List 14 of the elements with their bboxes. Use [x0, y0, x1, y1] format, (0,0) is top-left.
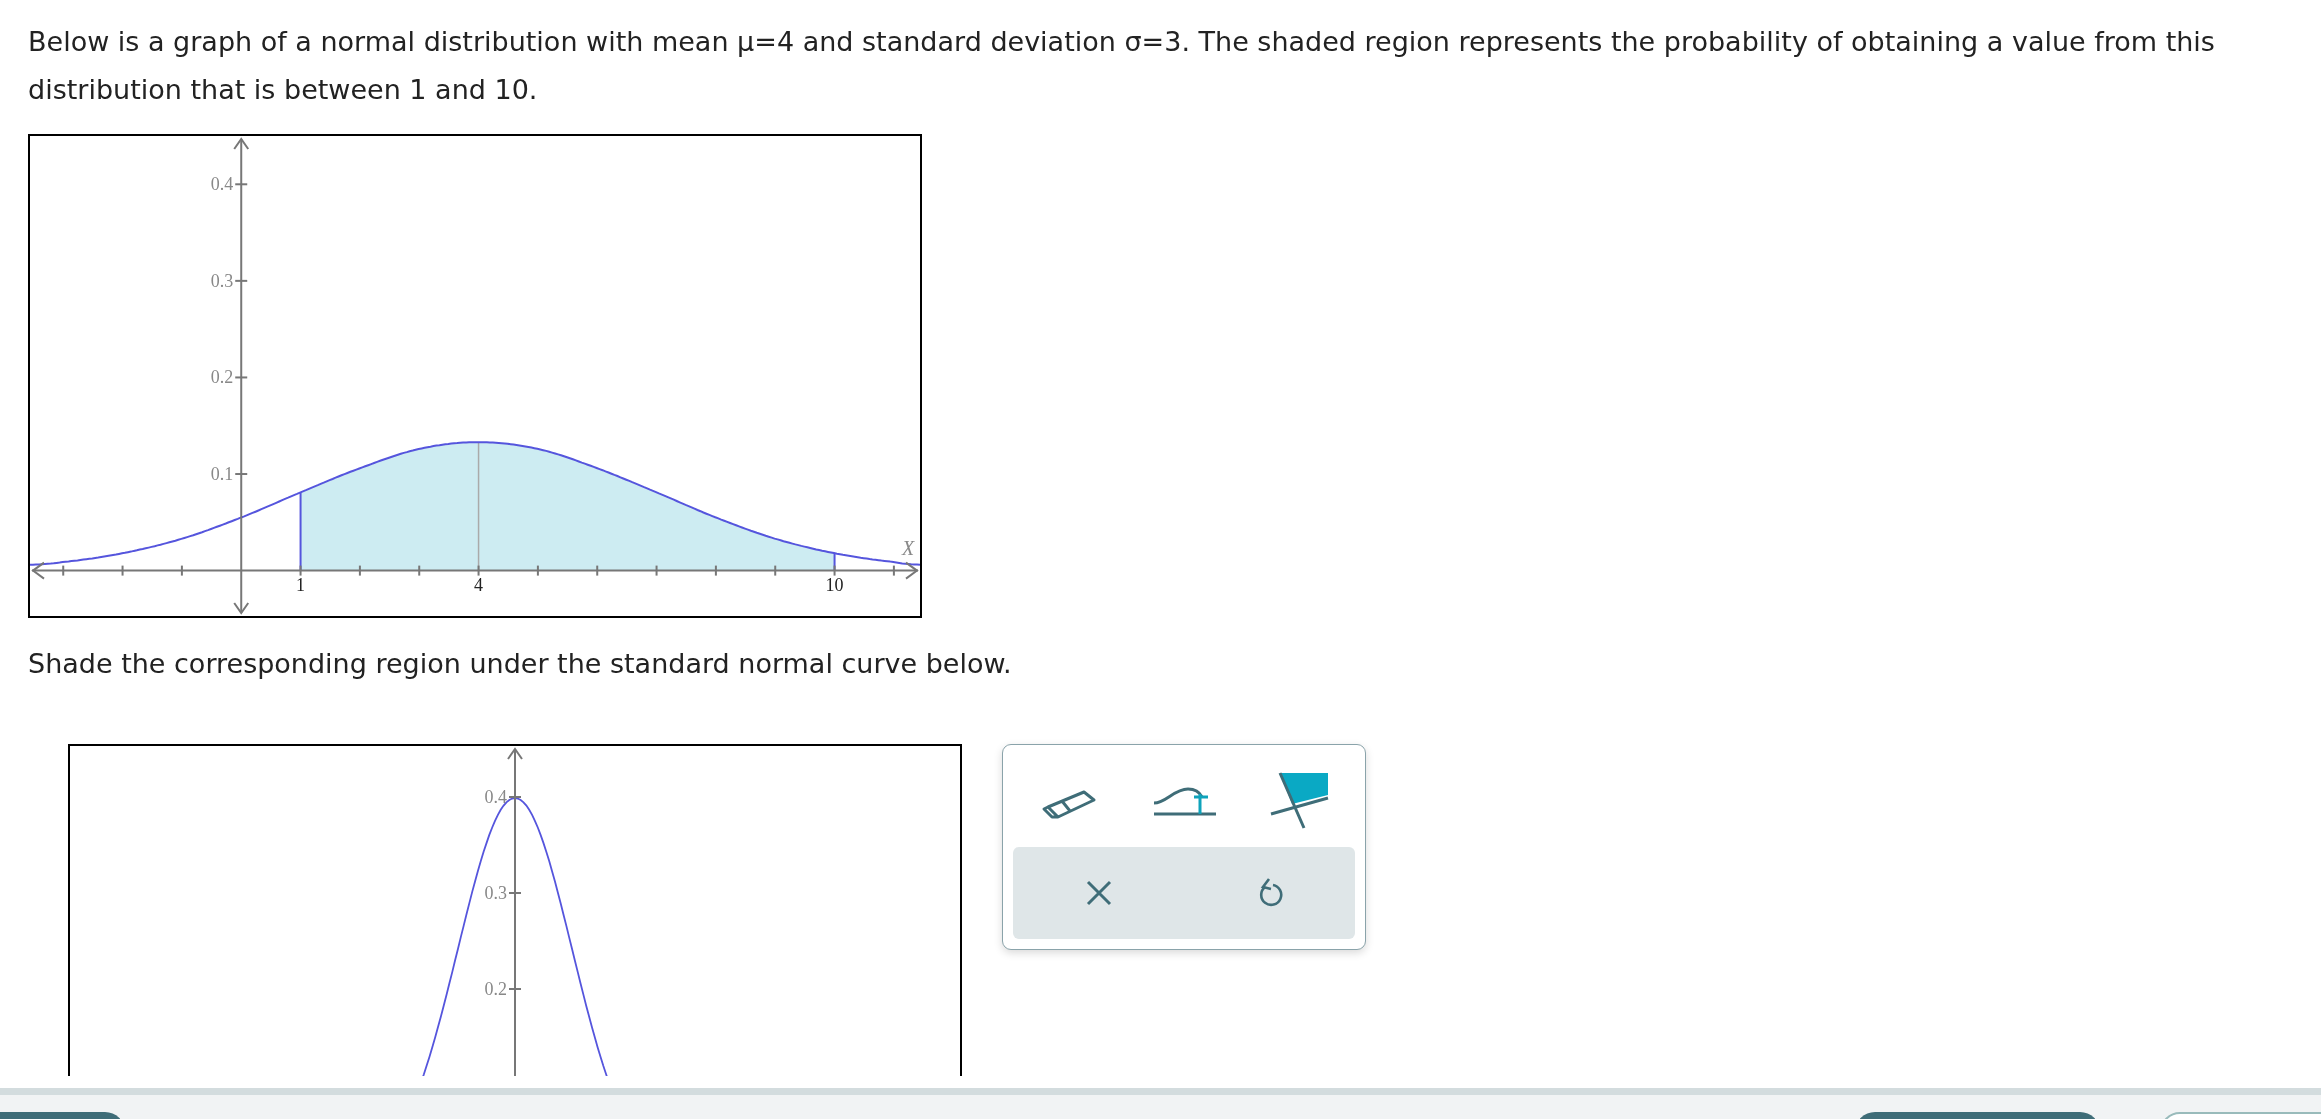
y-tick-label: 0.4 — [210, 174, 234, 195]
y-tick-label: 0.3 — [210, 270, 234, 291]
y-tick-label: 0.1 — [210, 464, 234, 485]
instruction-text: Shade the corresponding region under the standard normal curve below. — [28, 647, 1013, 681]
y-tick-label: 0.4 — [484, 787, 507, 807]
question-text: Below is a graph of a normal distribution with mean μ=4 and standard deviation σ=3. The shaded region represents the probability of obtaining a value from this distribution that is between 1 and 10. — [28, 25, 2216, 107]
axis-label: X — [901, 536, 915, 559]
x-tick-label: 10 — [825, 574, 844, 595]
x-tick-label: 4 — [474, 574, 484, 595]
y-tick-label: 0.3 — [484, 883, 507, 903]
x-tick-label: 1 — [296, 574, 306, 595]
y-tick-label: 0.2 — [484, 979, 507, 999]
close-icon — [1085, 880, 1112, 906]
y-tick-label: 0.2 — [210, 367, 234, 388]
